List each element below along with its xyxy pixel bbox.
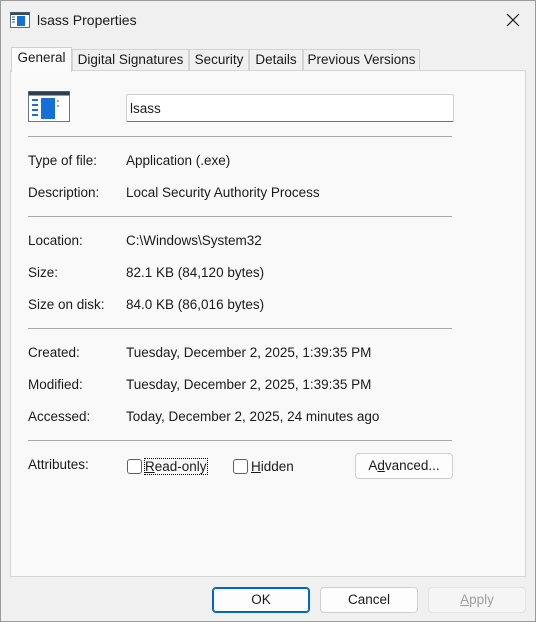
- size-on-disk-value: 84.0 KB (86,016 bytes): [126, 297, 265, 312]
- description-label: Description:: [28, 185, 100, 200]
- read-only-checkbox[interactable]: [127, 459, 142, 474]
- application-file-icon: [10, 12, 30, 28]
- apply-button[interactable]: Apply: [428, 587, 526, 613]
- type-of-file-value: Application (.exe): [126, 153, 231, 168]
- size-on-disk-label: Size on disk:: [28, 297, 105, 312]
- advanced-button[interactable]: Advanced...: [355, 453, 453, 479]
- accessed-value: Today, December 2, 2025, 24 minutes ago: [126, 409, 380, 424]
- created-label: Created:: [28, 345, 80, 360]
- separator: [28, 216, 452, 217]
- type-of-file-label: Type of file:: [28, 153, 98, 168]
- modified-value: Tuesday, December 2, 2025, 1:39:35 PM: [126, 377, 372, 392]
- read-only-label[interactable]: Read-only: [144, 458, 208, 475]
- tab-digital-signatures[interactable]: Digital Signatures: [72, 49, 189, 71]
- hidden-label[interactable]: Hidden: [251, 459, 294, 474]
- location-value: C:\Windows\System32: [126, 233, 262, 248]
- description-value: Local Security Authority Process: [126, 185, 320, 200]
- title-bar: lsass Properties: [1, 1, 535, 41]
- modified-label: Modified:: [28, 377, 83, 392]
- cancel-button[interactable]: Cancel: [320, 587, 418, 613]
- tab-details[interactable]: Details: [249, 49, 303, 71]
- accessed-label: Accessed:: [28, 409, 91, 424]
- window-title: lsass Properties: [37, 12, 137, 28]
- application-file-icon: [28, 91, 70, 122]
- size-value: 82.1 KB (84,120 bytes): [126, 265, 265, 280]
- separator: [28, 328, 452, 329]
- separator: [28, 440, 452, 441]
- location-label: Location:: [28, 233, 83, 248]
- properties-dialog: lsass Properties General Digital Signatu…: [0, 0, 536, 622]
- size-label: Size:: [28, 265, 59, 280]
- hidden-checkbox[interactable]: [233, 459, 248, 474]
- tab-previous-versions[interactable]: Previous Versions: [303, 49, 420, 71]
- file-name-input[interactable]: [126, 94, 454, 122]
- close-button[interactable]: [491, 1, 535, 39]
- tab-security[interactable]: Security: [189, 49, 249, 71]
- tab-general[interactable]: General: [11, 47, 72, 72]
- ok-button[interactable]: OK: [212, 587, 310, 613]
- attributes-label: Attributes:: [28, 457, 89, 472]
- separator: [28, 136, 452, 137]
- created-value: Tuesday, December 2, 2025, 1:39:35 PM: [126, 345, 372, 360]
- general-tab-panel: Type of file: Application (.exe) Descrip…: [10, 70, 526, 577]
- close-icon: [506, 13, 520, 27]
